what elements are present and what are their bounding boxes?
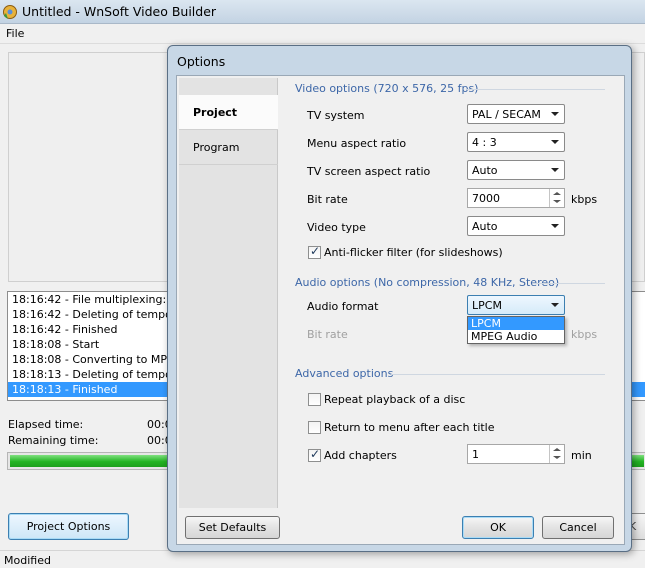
audio-bit-rate-label: Bit rate: [307, 328, 348, 341]
menu-aspect-select[interactable]: 4 : 3: [467, 132, 565, 152]
anti-flicker-label[interactable]: Anti-flicker filter (for slideshows): [324, 246, 503, 259]
screen-aspect-value: Auto: [472, 164, 498, 177]
tv-system-label: TV system: [307, 109, 365, 122]
video-type-value: Auto: [472, 220, 498, 233]
menu-bar: File: [0, 24, 645, 44]
chevron-down-icon: [551, 224, 559, 228]
tv-system-select[interactable]: PAL / SECAM: [467, 104, 565, 124]
add-chapters-checkbox[interactable]: ✓: [308, 447, 321, 462]
check-icon: ✓: [310, 244, 321, 258]
project-options-button[interactable]: Project Options: [8, 513, 129, 540]
video-options-title: Video options (720 x 576, 25 fps): [295, 82, 479, 95]
add-chapters-label[interactable]: Add chapters: [324, 449, 397, 462]
options-tabs: Project Program: [179, 78, 278, 508]
audio-format-select[interactable]: LPCM: [467, 295, 565, 315]
audio-format-dropdown-list[interactable]: LPCM MPEG Audio: [467, 316, 565, 344]
chevron-down-icon: [551, 168, 559, 172]
menu-aspect-value: 4 : 3: [472, 136, 497, 149]
check-icon: ✓: [310, 447, 321, 461]
chapters-interval-unit: min: [571, 449, 592, 462]
repeat-playback-label[interactable]: Repeat playback of a disc: [324, 393, 465, 406]
advanced-options-title: Advanced options: [295, 367, 394, 380]
tab-project[interactable]: Project: [179, 95, 278, 130]
tv-system-value: PAL / SECAM: [472, 108, 541, 121]
spin-buttons[interactable]: [549, 189, 564, 207]
dialog-client-area: Project Program Video options (720 x 576…: [176, 75, 625, 545]
options-dialog: Options Project Program Video options (7…: [167, 45, 632, 552]
menu-aspect-label: Menu aspect ratio: [307, 137, 407, 150]
video-type-label: Video type: [307, 221, 366, 234]
bit-rate-label: Bit rate: [307, 193, 348, 206]
status-text: Modified: [4, 554, 51, 567]
spin-up-icon[interactable]: [553, 448, 561, 451]
chevron-down-icon: [551, 140, 559, 144]
screen-aspect-label: TV screen aspect ratio: [307, 165, 431, 178]
tab-program[interactable]: Program: [179, 130, 278, 165]
audio-format-label: Audio format: [307, 300, 379, 313]
return-to-menu-label[interactable]: Return to menu after each title: [324, 421, 495, 434]
cancel-button[interactable]: Cancel: [542, 516, 614, 539]
chevron-down-icon: [551, 303, 559, 307]
advanced-section-divider: [391, 374, 605, 375]
menu-file[interactable]: File: [6, 27, 24, 40]
dialog-title: Options: [177, 54, 226, 69]
spin-down-icon[interactable]: [553, 456, 561, 459]
chapters-interval-value: 1: [472, 448, 479, 461]
spin-buttons[interactable]: [549, 445, 564, 463]
audio-options-title: Audio options (No compression, 48 KHz, S…: [295, 276, 560, 289]
dropdown-option-mpeg-audio[interactable]: MPEG Audio: [468, 330, 564, 343]
audio-bit-rate-unit: kbps: [571, 328, 598, 341]
anti-flicker-checkbox[interactable]: ✓: [308, 244, 321, 259]
repeat-playback-checkbox[interactable]: [308, 393, 321, 406]
dropdown-option-lpcm[interactable]: LPCM: [468, 317, 564, 330]
window-title: Untitled - WnSoft Video Builder: [22, 4, 217, 19]
bit-rate-value: 7000: [472, 192, 500, 205]
bit-rate-unit: kbps: [571, 193, 598, 206]
audio-format-value: LPCM: [472, 299, 502, 312]
screen-aspect-select[interactable]: Auto: [467, 160, 565, 180]
bit-rate-spinner[interactable]: 7000: [467, 188, 565, 208]
audio-section-divider: [533, 283, 605, 284]
set-defaults-button[interactable]: Set Defaults: [185, 516, 280, 539]
app-icon: [3, 5, 17, 19]
chevron-down-icon: [551, 112, 559, 116]
return-to-menu-checkbox[interactable]: [308, 421, 321, 434]
ok-button[interactable]: OK: [462, 516, 534, 539]
main-title-bar[interactable]: Untitled - WnSoft Video Builder: [0, 0, 645, 24]
video-section-divider: [467, 89, 605, 90]
spin-down-icon[interactable]: [553, 200, 561, 203]
spin-up-icon[interactable]: [553, 192, 561, 195]
chapters-interval-spinner[interactable]: 1: [467, 444, 565, 464]
video-type-select[interactable]: Auto: [467, 216, 565, 236]
remaining-time-label: Remaining time:: [8, 434, 99, 447]
status-bar: Modified: [0, 550, 645, 568]
elapsed-time-label: Elapsed time:: [8, 418, 84, 431]
